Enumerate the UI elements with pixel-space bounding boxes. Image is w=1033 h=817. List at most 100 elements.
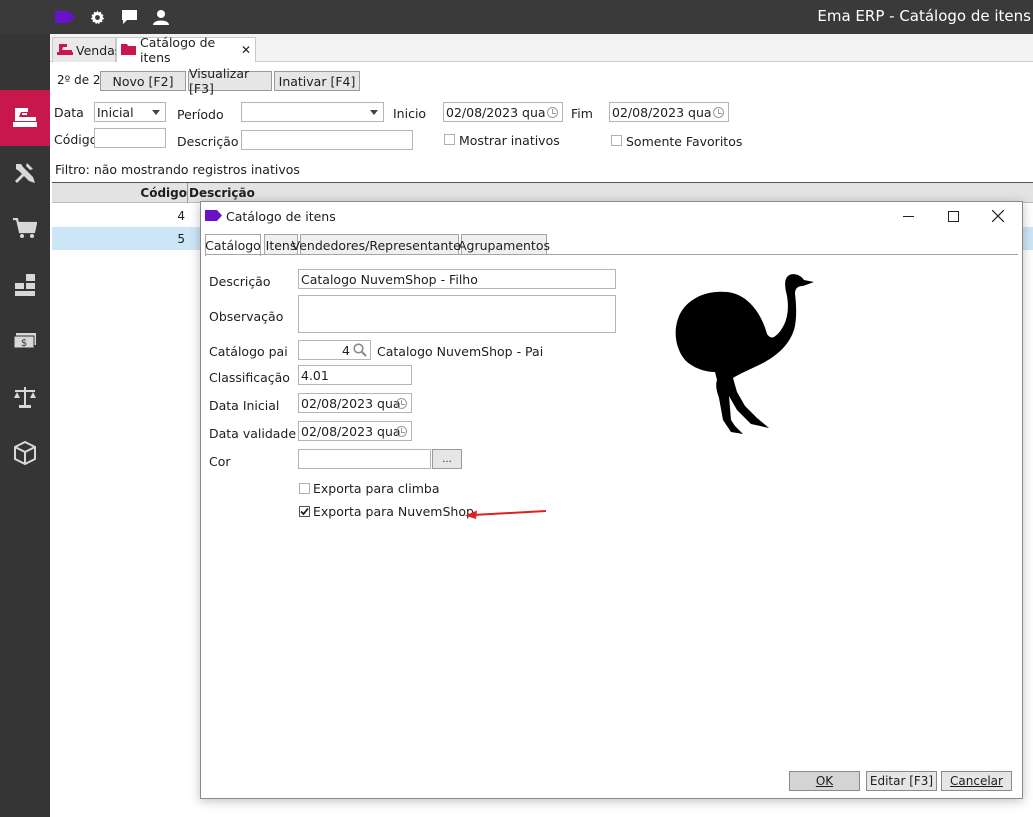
classificacao-label: Classificação (209, 370, 290, 385)
tab-label: Catálogo de itens (140, 35, 216, 65)
column-divider[interactable] (187, 183, 188, 203)
minimize-icon[interactable] (893, 206, 923, 226)
period-label: Período (177, 107, 224, 122)
descricao-label: Descrição (209, 274, 271, 289)
user-icon[interactable] (152, 8, 170, 26)
sales-register-icon (12, 106, 38, 131)
finance-icon: $ (13, 332, 37, 353)
observacao-textarea[interactable] (298, 295, 616, 333)
chat-icon[interactable] (120, 8, 138, 26)
color-picker-button[interactable]: ... (432, 449, 462, 469)
tab-divider (205, 254, 1018, 255)
rhea-bird-image (675, 274, 814, 434)
gear-icon[interactable] (88, 8, 106, 26)
show-inactive-checkbox[interactable] (444, 134, 455, 145)
sidebar-item-stock[interactable] (0, 258, 50, 314)
start-label: Inicio (393, 106, 427, 121)
exporta-nuvemshop-checkbox[interactable] (299, 506, 310, 517)
maximize-icon[interactable] (938, 206, 968, 226)
row-code: 4 (177, 209, 185, 223)
favorites-label: Somente Favoritos (626, 134, 743, 149)
date-label: Data (54, 105, 84, 120)
package-icon (13, 440, 37, 468)
sidebar-item-package[interactable] (0, 426, 50, 482)
sidebar-item-sales[interactable] (0, 90, 50, 146)
data-inicial-field[interactable]: 02/08/2023 qua (298, 393, 412, 413)
sidebar: $ (0, 34, 50, 817)
data-validade-value: 02/08/2023 qua (301, 423, 401, 439)
date-type-value: Inicial (97, 104, 134, 120)
end-date-value: 02/08/2023 qua (612, 104, 712, 120)
description-label: Descrição (177, 134, 239, 149)
tab-vendedores[interactable]: Vendedores/Representantes (292, 234, 467, 255)
sidebar-item-cart[interactable] (0, 202, 50, 258)
scale-icon (12, 385, 38, 412)
catalogo-pai-input[interactable]: 4 (298, 340, 371, 360)
cancel-label: Cancelar (950, 774, 1003, 788)
start-date-field[interactable]: 02/08/2023 qua (443, 102, 563, 122)
tab-catalogo[interactable]: Catálogo (205, 234, 261, 256)
end-date-field[interactable]: 02/08/2023 qua (609, 102, 729, 122)
data-validade-label: Data validade (209, 426, 297, 441)
stock-icon (14, 273, 36, 300)
chevron-down-icon (152, 110, 160, 115)
tab-vendas[interactable]: Vendas (52, 37, 121, 62)
clock-icon[interactable] (396, 426, 407, 437)
clock-icon[interactable] (713, 107, 724, 118)
tab-agrupamentos[interactable]: Agrupamentos (458, 234, 550, 255)
data-validade-field[interactable]: 02/08/2023 qua (298, 421, 412, 441)
logo-icon[interactable] (54, 8, 76, 26)
folder-icon (121, 43, 136, 58)
date-type-select[interactable]: Inicial (94, 102, 166, 122)
exporta-climba-checkbox[interactable] (299, 483, 310, 494)
app-title: Ema ERP - Catálogo de itens (817, 7, 1031, 25)
cart-icon (13, 217, 38, 243)
tools-icon (13, 161, 37, 188)
chevron-down-icon (370, 110, 378, 115)
end-label: Fim (571, 106, 593, 121)
tab-catalogo-itens[interactable]: Catálogo de itens ✕ (116, 35, 256, 65)
view-button[interactable]: Visualizar [F3] (188, 66, 272, 96)
annotation-arrow-icon (465, 510, 547, 519)
column-header-code[interactable]: Código (52, 186, 187, 200)
period-select[interactable] (241, 102, 384, 122)
catalogo-pai-label: Catálogo pai (209, 344, 288, 359)
row-code: 5 (177, 232, 185, 246)
catalogo-pai-name: Catalogo NuvemShop - Pai (377, 344, 544, 359)
code-label: Código (54, 132, 98, 147)
check-icon (300, 507, 309, 516)
filter-status-text: Filtro: não mostrando registros inativos (55, 162, 300, 177)
sidebar-item-finance[interactable]: $ (0, 314, 50, 370)
clock-icon[interactable] (396, 398, 407, 409)
classificacao-input[interactable]: 4.01 (298, 365, 412, 385)
clock-icon[interactable] (547, 107, 558, 118)
deactivate-button[interactable]: Inativar [F4] (274, 71, 360, 91)
dialog-title: Catálogo de itens (226, 209, 336, 224)
cor-label: Cor (209, 454, 231, 469)
observacao-label: Observação (209, 309, 284, 324)
exporta-nuvemshop-label: Exporta para NuvemShop (313, 504, 474, 519)
ok-label: OK (815, 774, 834, 788)
sidebar-item-tools[interactable] (0, 146, 50, 202)
close-icon[interactable] (983, 206, 1013, 226)
page-indicator: 2º de 2 (57, 73, 101, 87)
grid-header: Código Descrição (52, 182, 1033, 203)
new-button[interactable]: Novo [F2] (100, 71, 186, 91)
main-tabstrip: Vendas Catálogo de itens ✕ (50, 34, 1033, 65)
search-icon[interactable] (353, 343, 367, 359)
sales-tab-icon (57, 43, 73, 58)
descricao-input[interactable]: Catalogo NuvemShop - Filho (298, 269, 616, 289)
sidebar-item-scale[interactable] (0, 370, 50, 426)
edit-button[interactable]: Editar [F3] (866, 771, 937, 791)
description-input[interactable] (241, 130, 413, 150)
data-inicial-label: Data Inicial (209, 398, 280, 413)
ok-button[interactable]: OK (789, 771, 860, 791)
column-header-description[interactable]: Descrição (189, 186, 255, 200)
svg-text:$: $ (21, 338, 27, 349)
cor-input[interactable] (298, 449, 431, 469)
cancel-button[interactable]: Cancelar (941, 771, 1012, 791)
close-tab-icon[interactable]: ✕ (241, 43, 251, 57)
code-input[interactable] (94, 128, 166, 148)
logo-icon (205, 210, 222, 224)
favorites-checkbox[interactable] (611, 135, 622, 146)
